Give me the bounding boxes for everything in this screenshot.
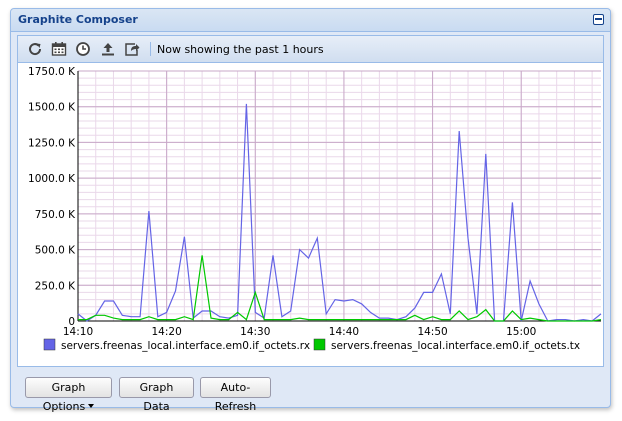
x-tick-label: 14:50	[417, 326, 447, 338]
graph-data-button[interactable]: Graph Data	[119, 377, 194, 413]
x-tick-label: 15:00	[506, 326, 536, 338]
y-tick-label: 1750.0 K	[28, 66, 76, 78]
series-line-tx	[78, 255, 602, 322]
y-tick-label: 1500.0 K	[28, 102, 76, 114]
composer-body: Now showing the past 1 hours 0 250.0 K 500…	[17, 35, 604, 367]
y-tick-label: 1000.0 K	[28, 173, 76, 185]
x-tick-label: 14:30	[240, 326, 270, 338]
x-axis-ticks: 14:10 14:20 14:30 14:40 14:50 15:00	[63, 326, 536, 338]
minimize-icon[interactable]	[593, 14, 604, 25]
graph-options-label: Graph Options	[42, 381, 86, 413]
composer-toolbar: Now showing the past 1 hours	[18, 36, 603, 63]
x-tick-label: 14:10	[63, 326, 93, 338]
window-title: Graphite Composer	[18, 13, 138, 26]
auto-refresh-button[interactable]: Auto-Refresh	[200, 377, 271, 413]
toolbar-separator	[150, 42, 151, 56]
window-titlebar: Graphite Composer	[11, 9, 610, 32]
x-tick-label: 14:40	[329, 326, 359, 338]
chart-legend: servers.freenas_local.interface.em0.if_o…	[43, 338, 580, 352]
chart-grid	[77, 70, 601, 322]
legend-label: servers.freenas_local.interface.em0.if_o…	[331, 340, 580, 352]
upload-icon[interactable]	[99, 40, 117, 58]
series-line-rx	[77, 103, 602, 322]
calendar-icon[interactable]	[50, 40, 68, 58]
y-tick-label: 500.0 K	[35, 245, 76, 257]
refresh-icon[interactable]	[26, 40, 44, 58]
y-axis-ticks: 0250.0 K500.0 K750.0 K1000.0 K1250.0 K15…	[28, 66, 76, 328]
graph-image: 0250.0 K500.0 K750.0 K1000.0 K1250.0 K15…	[28, 66, 602, 352]
chevron-down-icon	[88, 404, 95, 408]
time-range-status: Now showing the past 1 hours	[157, 43, 324, 56]
share-icon[interactable]	[123, 40, 141, 58]
chart-series	[77, 103, 602, 322]
legend-swatch	[313, 338, 326, 351]
legend-label: servers.freenas_local.interface.em0.if_o…	[61, 340, 310, 352]
y-tick-label: 250.0 K	[35, 280, 76, 292]
clock-icon[interactable]	[74, 40, 92, 58]
y-tick-label: 1250.0 K	[28, 137, 76, 149]
graph-options-button[interactable]: Graph Options	[25, 377, 112, 413]
y-tick-label: 750.0 K	[35, 209, 76, 221]
legend-swatch	[43, 338, 56, 351]
graphite-composer-window: Graphite Composer Now showing the past 1…	[10, 8, 611, 413]
x-tick-label: 14:20	[152, 326, 182, 338]
